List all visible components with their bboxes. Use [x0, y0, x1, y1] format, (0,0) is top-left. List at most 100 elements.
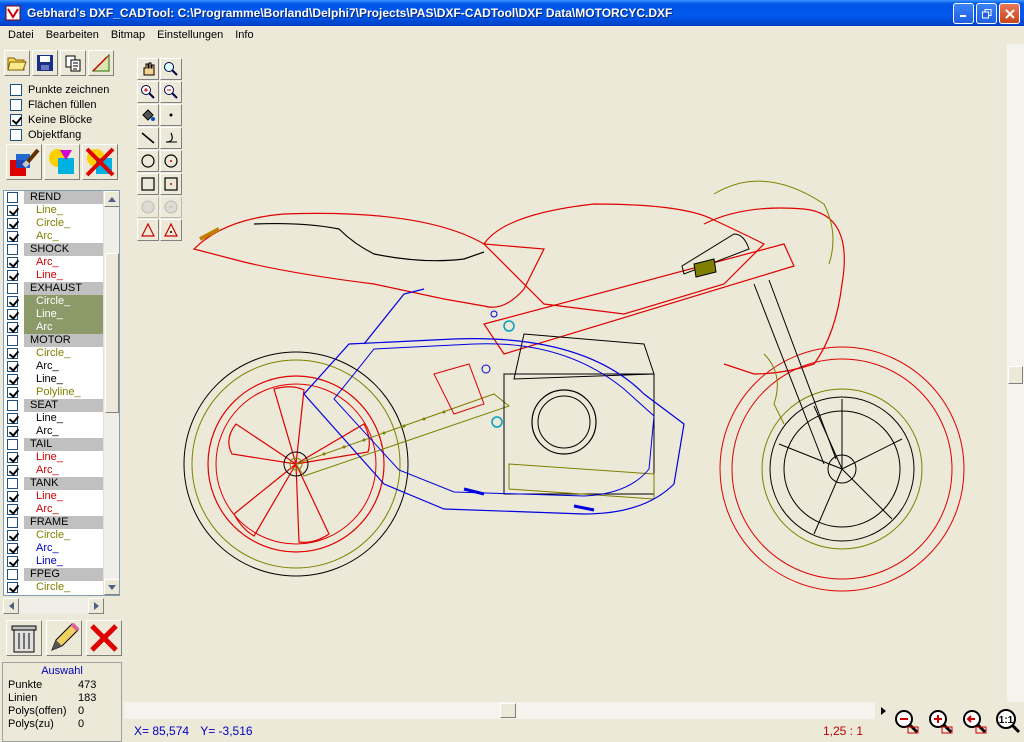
point-tool[interactable] [160, 104, 182, 126]
circle-tool[interactable] [137, 150, 159, 172]
layer-row[interactable]: TAIL [4, 438, 105, 451]
entity-row[interactable]: Line_ [4, 373, 105, 386]
zoom-1to1-button[interactable]: 1:1 [993, 706, 1023, 736]
entity-row[interactable]: Line_ [4, 555, 105, 568]
layer-checkbox[interactable] [7, 270, 18, 281]
layer-checkbox[interactable] [7, 361, 18, 372]
layer-checkbox[interactable] [7, 335, 18, 346]
layer-row[interactable]: EXHAUST [4, 282, 105, 295]
drawing-canvas[interactable] [124, 44, 1007, 702]
layer-checkbox[interactable] [7, 387, 18, 398]
entity-row[interactable]: Line_ [4, 269, 105, 282]
layer-checkbox[interactable] [7, 231, 18, 242]
delete-button[interactable] [86, 620, 122, 656]
minimize-button[interactable] [953, 3, 974, 24]
rectangle-center-tool[interactable] [160, 173, 182, 195]
layer-checkbox[interactable] [7, 400, 18, 411]
layer-row[interactable]: FPEG [4, 568, 105, 581]
pan-tool[interactable] [137, 58, 159, 80]
layer-checkbox[interactable] [7, 465, 18, 476]
layer-checkbox[interactable] [7, 517, 18, 528]
circle-center-tool[interactable] [160, 150, 182, 172]
checkbox[interactable] [10, 98, 22, 111]
menu-info[interactable]: Info [229, 29, 259, 41]
entity-row[interactable]: Arc_ [4, 503, 105, 516]
trash-button[interactable] [6, 620, 42, 656]
layer-checkbox[interactable] [7, 569, 18, 580]
triangle-tool[interactable] [137, 219, 159, 241]
line-tool[interactable] [137, 127, 159, 149]
layer-checkbox[interactable] [7, 504, 18, 515]
checkbox[interactable] [10, 83, 22, 96]
scroll-down-button[interactable] [104, 579, 119, 595]
layer-checkbox[interactable] [7, 582, 18, 593]
entity-row[interactable]: Arc_ [4, 425, 105, 438]
clear-shapes-button[interactable] [82, 144, 118, 180]
close-button[interactable] [999, 3, 1020, 24]
rectangle-tool[interactable] [137, 173, 159, 195]
fill-shapes-button[interactable] [44, 144, 80, 180]
menu-bearbeiten[interactable]: Bearbeiten [40, 29, 105, 41]
option-objektfang[interactable]: Objektfang [10, 127, 109, 142]
arc-tool[interactable] [160, 127, 182, 149]
layer-list-box[interactable]: REND Line_ Circle_ Arc_ SHOCK Arc_ Line_ EXHAUS… [3, 190, 120, 596]
layer-checkbox[interactable] [7, 413, 18, 424]
layer-checkbox[interactable] [7, 426, 18, 437]
fill-tool[interactable] [137, 104, 159, 126]
zoom-out-tool[interactable] [160, 81, 182, 103]
entity-row[interactable]: Polyline_ [4, 386, 105, 399]
scroll-thumb[interactable] [105, 253, 119, 413]
entity-row[interactable]: Circle_ [4, 581, 105, 594]
layer-row[interactable]: TANK [4, 477, 105, 490]
layer-color-button[interactable] [6, 144, 42, 180]
layer-checkbox[interactable] [7, 205, 18, 216]
zoom-tool[interactable] [160, 58, 182, 80]
zoom-previous-button[interactable] [959, 706, 989, 736]
filled-circle-center-tool[interactable] [160, 196, 182, 218]
scroll-up-button[interactable] [104, 191, 119, 207]
layer-checkbox[interactable] [7, 218, 18, 229]
entity-row[interactable]: Line_ [4, 490, 105, 503]
entity-row[interactable]: Line_ [4, 204, 105, 217]
entity-row[interactable]: Circle_ [4, 295, 105, 308]
layer-checkbox[interactable] [7, 322, 18, 333]
canvas-horizontal-scrollbar[interactable] [124, 702, 891, 719]
option-keine-bloecke[interactable]: Keine Blöcke [10, 112, 109, 127]
entity-row[interactable]: Arc_ [4, 230, 105, 243]
scroll-thumb[interactable] [500, 703, 516, 718]
layer-row[interactable]: REND [4, 191, 105, 204]
measure-button[interactable] [88, 50, 114, 76]
layer-checkbox[interactable] [7, 543, 18, 554]
layer-checkbox[interactable] [7, 257, 18, 268]
layer-checkbox[interactable] [7, 491, 18, 502]
zoom-in-tool[interactable] [137, 81, 159, 103]
entity-row[interactable]: Line_ [4, 412, 105, 425]
layer-row[interactable]: SEAT [4, 399, 105, 412]
layer-checkbox[interactable] [7, 296, 18, 307]
triangle-center-tool[interactable] [160, 219, 182, 241]
menu-bitmap[interactable]: Bitmap [105, 29, 151, 41]
scroll-thumb[interactable] [1008, 366, 1023, 384]
layer-checkbox[interactable] [7, 439, 18, 450]
entity-row[interactable]: Circle_ [4, 347, 105, 360]
layer-horizontal-scrollbar[interactable] [3, 598, 104, 614]
layer-vertical-scrollbar[interactable] [103, 191, 119, 595]
entity-row[interactable]: Arc_ [4, 360, 105, 373]
layer-row[interactable]: SHOCK [4, 243, 105, 256]
layer-row[interactable]: MOTOR [4, 334, 105, 347]
layer-checkbox[interactable] [7, 556, 18, 567]
save-button[interactable] [32, 50, 58, 76]
zoom-in-button[interactable] [925, 706, 955, 736]
canvas-vertical-scrollbar[interactable] [1007, 44, 1024, 702]
checkbox[interactable] [10, 113, 22, 126]
copy-button[interactable] [60, 50, 86, 76]
layer-checkbox[interactable] [7, 452, 18, 463]
entity-row[interactable]: Circle_ [4, 217, 105, 230]
layer-checkbox[interactable] [7, 283, 18, 294]
scroll-left-button[interactable] [3, 598, 19, 614]
restore-button[interactable] [976, 3, 997, 24]
entity-row[interactable]: Circle_ [4, 529, 105, 542]
layer-checkbox[interactable] [7, 478, 18, 489]
entity-row[interactable]: Line_ [4, 451, 105, 464]
entity-row[interactable]: Arc_ [4, 542, 105, 555]
